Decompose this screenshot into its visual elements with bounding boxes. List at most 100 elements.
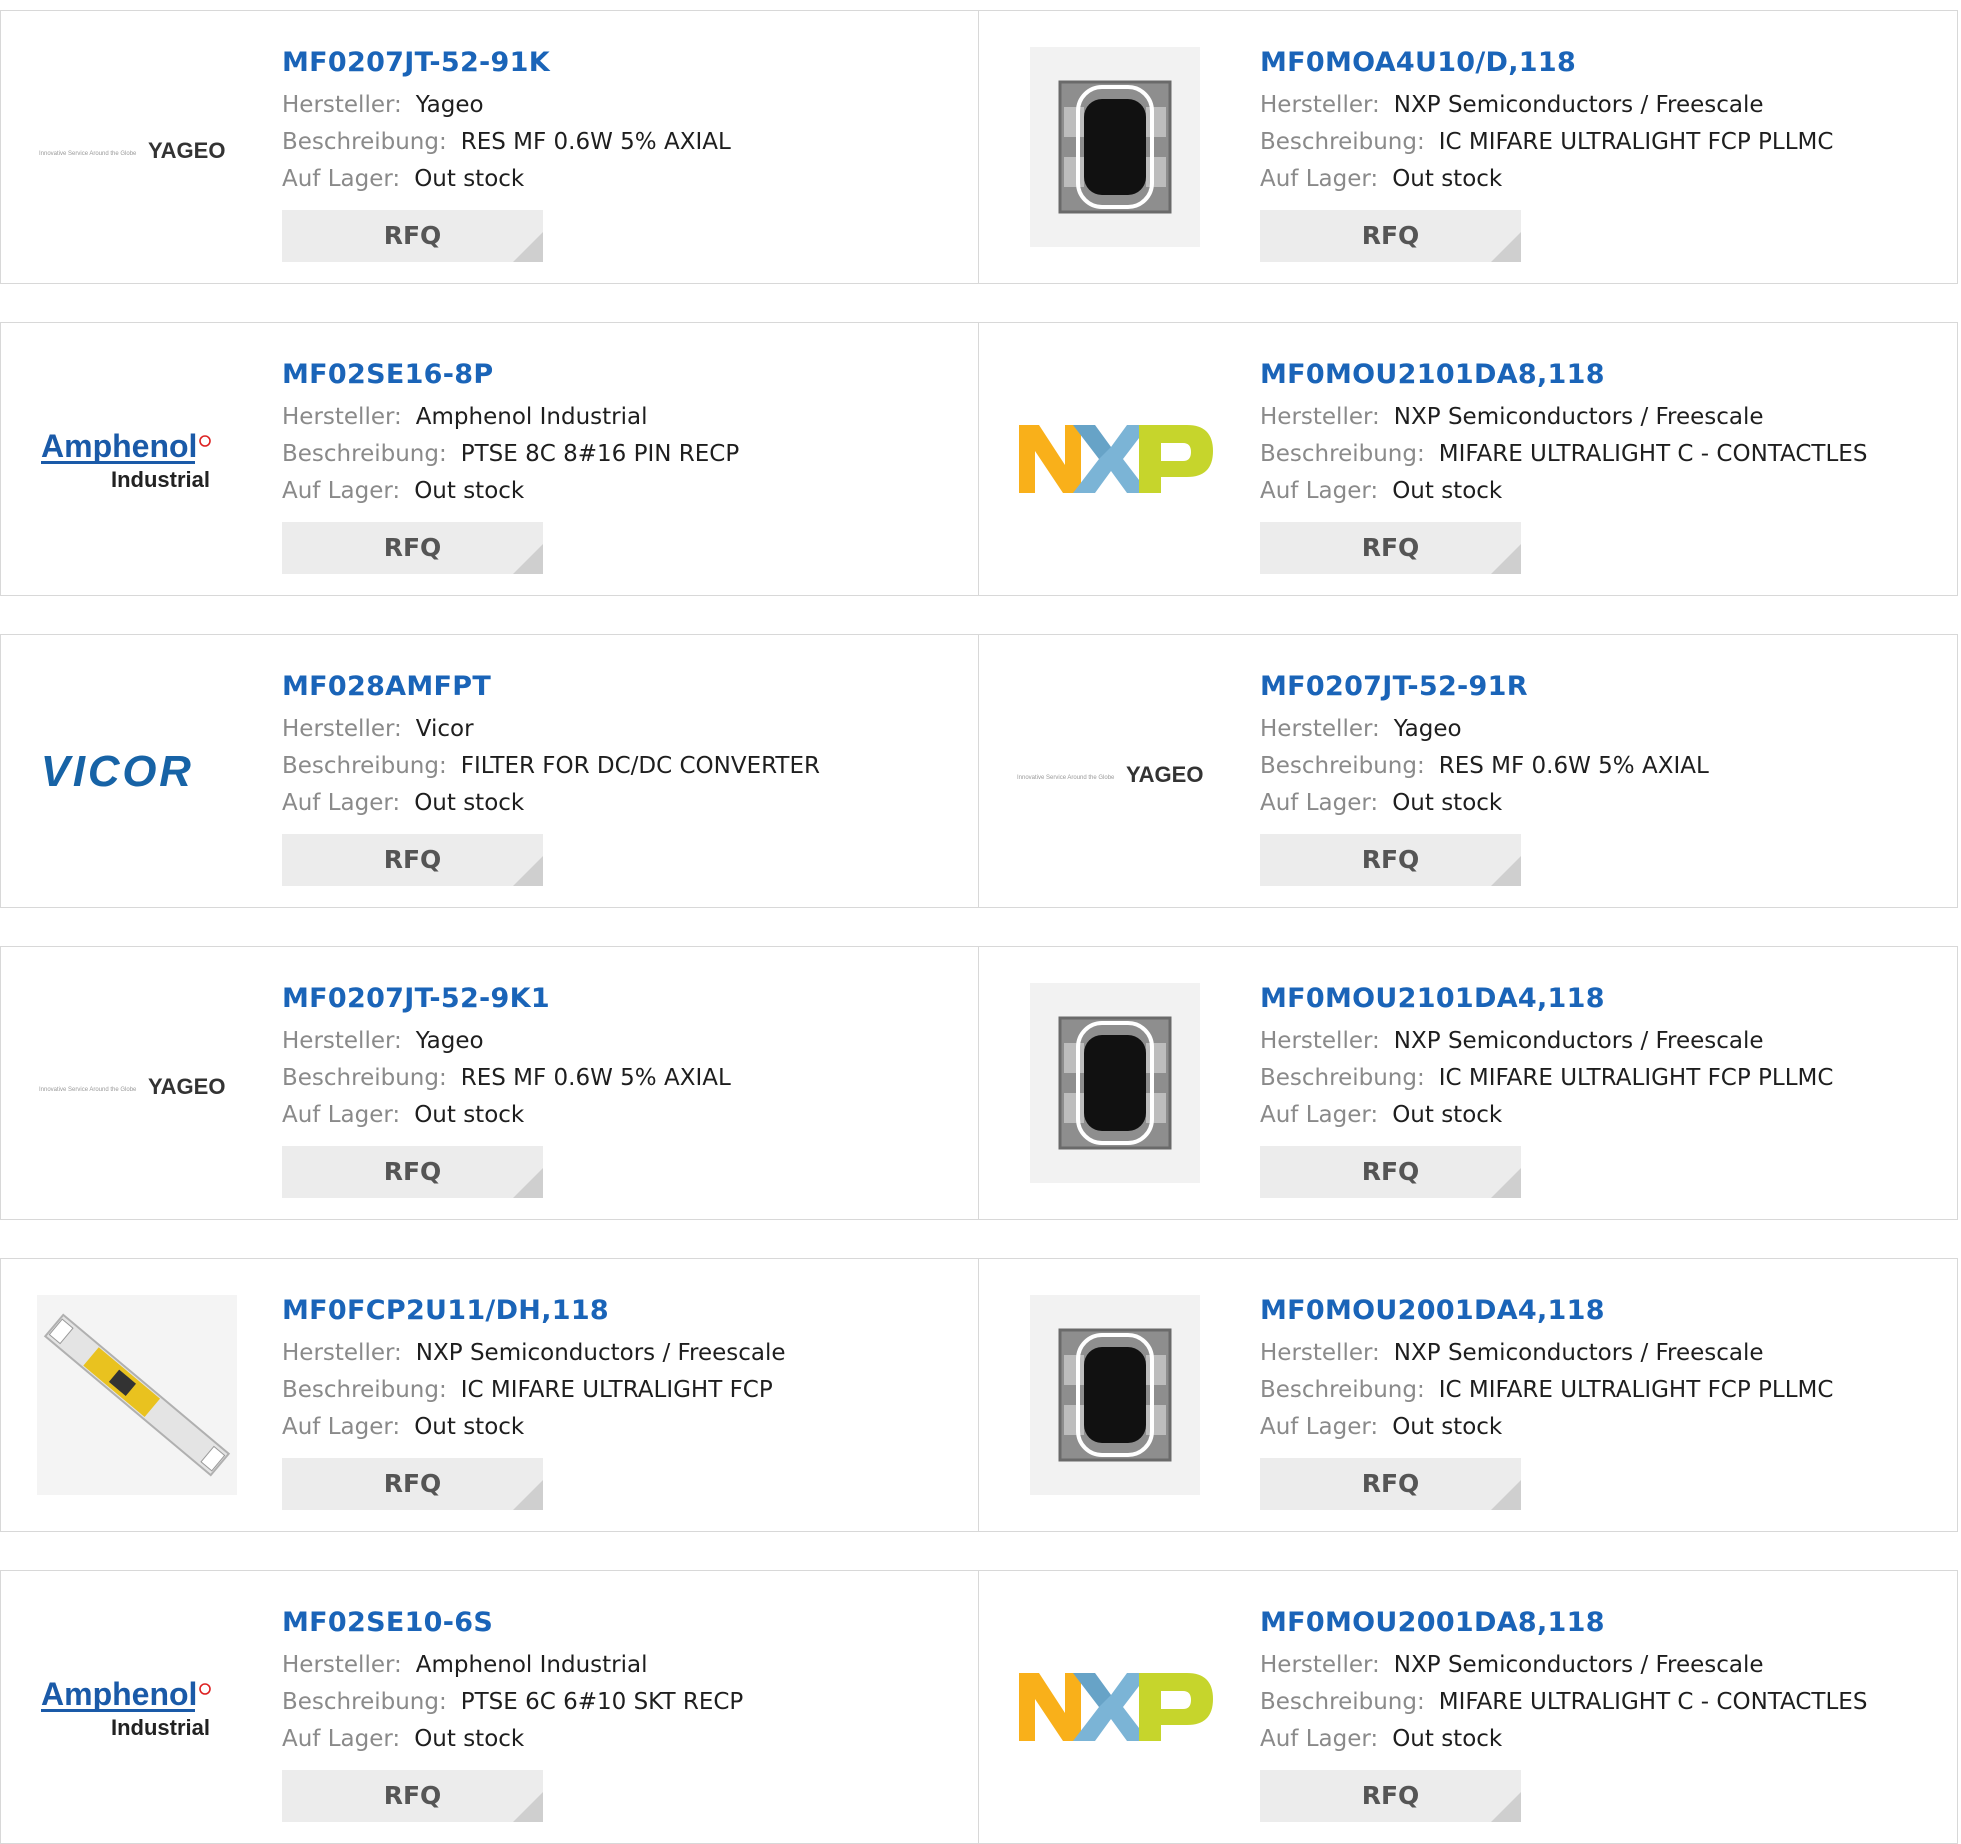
svg-text:Industrial: Industrial <box>111 1715 210 1740</box>
product-card: MF0MOU2001DA8,118 Hersteller: NXP Semicond… <box>979 1571 1957 1843</box>
product-image[interactable]: Innovative Service Around the Globe YAGEO <box>1015 671 1215 871</box>
stock-value: Out stock <box>1392 166 1503 192</box>
description-label: Beschreibung: <box>1260 1377 1425 1403</box>
manufacturer-label: Hersteller: <box>282 716 402 742</box>
stock-line: Auf Lager: Out stock <box>1260 161 1937 198</box>
manufacturer-label: Hersteller: <box>1260 1652 1380 1678</box>
product-info: MF0207JT-52-91R Hersteller: Yageo Beschreib… <box>1260 635 1937 886</box>
part-number-link[interactable]: MF0MOA4U10/D,118 <box>1260 45 1937 81</box>
rfq-button-label: RFQ <box>1361 1781 1420 1810</box>
corner-triangle-icon <box>1491 544 1521 574</box>
stock-label: Auf Lager: <box>282 1414 401 1440</box>
rfq-button[interactable]: RFQ <box>282 1458 543 1510</box>
stock-line: Auf Lager: Out stock <box>282 1721 958 1758</box>
product-image[interactable]: Innovative Service Around the Globe YAGEO <box>37 47 237 247</box>
product-card: MF0MOU2101DA8,118 Hersteller: NXP Semicond… <box>979 323 1957 595</box>
manufacturer-line: Hersteller: Yageo <box>1260 711 1937 748</box>
part-number-link[interactable]: MF0MOU2001DA4,118 <box>1260 1293 1937 1329</box>
description-label: Beschreibung: <box>1260 1689 1425 1715</box>
rfq-button[interactable]: RFQ <box>282 834 543 886</box>
product-card: Amphenol Industrial MF02SE16-8P Hersteller:… <box>1 323 979 595</box>
stock-label: Auf Lager: <box>282 790 401 816</box>
rfq-button-label: RFQ <box>1361 1469 1420 1498</box>
product-info: MF0MOU2001DA4,118 Hersteller: NXP Semicond… <box>1260 1259 1937 1510</box>
description-value: FILTER FOR DC/DC CONVERTER <box>460 753 820 779</box>
manufacturer-line: Hersteller: NXP Semiconductors / Freescal… <box>1260 1335 1937 1372</box>
product-image[interactable] <box>1015 1607 1215 1807</box>
description-label: Beschreibung: <box>282 1377 447 1403</box>
description-label: Beschreibung: <box>1260 441 1425 467</box>
product-image[interactable]: Amphenol Industrial <box>37 359 237 559</box>
rfq-button[interactable]: RFQ <box>1260 834 1521 886</box>
part-number-link[interactable]: MF0207JT-52-91K <box>282 45 958 81</box>
rfq-button-label: RFQ <box>383 533 442 562</box>
manufacturer-line: Hersteller: NXP Semiconductors / Freescal… <box>1260 1647 1937 1684</box>
product-info: MF02SE10-6S Hersteller: Amphenol Industria… <box>282 1571 958 1822</box>
stock-line: Auf Lager: Out stock <box>282 473 958 510</box>
chip-module-photo-icon <box>1030 983 1200 1183</box>
nxp-logo-icon <box>1019 425 1213 493</box>
rfq-button[interactable]: RFQ <box>282 210 543 262</box>
svg-text:YAGEO: YAGEO <box>1126 762 1203 787</box>
svg-text:Amphenol: Amphenol <box>41 428 197 464</box>
chip-module-photo-icon <box>1030 1295 1200 1495</box>
amphenol-logo-icon: Amphenol Industrial <box>41 1676 211 1740</box>
manufacturer-value: NXP Semiconductors / Freescale <box>1393 1028 1764 1054</box>
product-row: Amphenol Industrial MF02SE10-6S Hersteller:… <box>0 1570 1958 1844</box>
part-number-link[interactable]: MF02SE10-6S <box>282 1605 958 1641</box>
manufacturer-value: NXP Semiconductors / Freescale <box>1393 1652 1764 1678</box>
rfq-button[interactable]: RFQ <box>282 1770 543 1822</box>
stock-label: Auf Lager: <box>1260 790 1379 816</box>
part-number-link[interactable]: MF02SE16-8P <box>282 357 958 393</box>
product-image[interactable] <box>1015 359 1215 559</box>
product-image[interactable] <box>37 1295 237 1495</box>
corner-triangle-icon <box>1491 232 1521 262</box>
part-number-link[interactable]: MF0207JT-52-91R <box>1260 669 1937 705</box>
description-label: Beschreibung: <box>282 1065 447 1091</box>
rfq-button[interactable]: RFQ <box>282 522 543 574</box>
product-info: MF0MOU2101DA8,118 Hersteller: NXP Semicond… <box>1260 323 1937 574</box>
product-image[interactable]: Innovative Service Around the Globe YAGEO <box>37 983 237 1183</box>
product-image[interactable]: Amphenol Industrial <box>37 1607 237 1807</box>
rfq-button-label: RFQ <box>383 1469 442 1498</box>
rfq-button[interactable]: RFQ <box>1260 1458 1521 1510</box>
manufacturer-value: NXP Semiconductors / Freescale <box>415 1340 786 1366</box>
manufacturer-line: Hersteller: NXP Semiconductors / Freescal… <box>1260 87 1937 124</box>
product-row: Amphenol Industrial MF02SE16-8P Hersteller:… <box>0 322 1958 596</box>
description-label: Beschreibung: <box>1260 1065 1425 1091</box>
product-card: VICOR MF028AMFPT Hersteller: Vicor Beschreib… <box>1 635 979 907</box>
amphenol-logo-icon: Amphenol Industrial <box>41 428 211 492</box>
product-image[interactable] <box>1015 47 1215 247</box>
part-number-link[interactable]: MF028AMFPT <box>282 669 958 705</box>
corner-triangle-icon <box>513 1480 543 1510</box>
product-image[interactable]: VICOR <box>37 671 237 871</box>
svg-text:VICOR: VICOR <box>41 747 194 796</box>
rfq-button[interactable]: RFQ <box>1260 522 1521 574</box>
rfq-button-label: RFQ <box>383 1781 442 1810</box>
nxp-logo-icon <box>1019 1673 1213 1741</box>
stock-label: Auf Lager: <box>1260 478 1379 504</box>
part-number-link[interactable]: MF0MOU2001DA8,118 <box>1260 1605 1937 1641</box>
stock-line: Auf Lager: Out stock <box>1260 1097 1937 1134</box>
rfq-button[interactable]: RFQ <box>282 1146 543 1198</box>
manufacturer-value: Vicor <box>415 716 474 742</box>
product-card: Innovative Service Around the Globe YAGEO… <box>979 635 1957 907</box>
manufacturer-value: Yageo <box>1393 716 1462 742</box>
stock-value: Out stock <box>414 1414 525 1440</box>
corner-triangle-icon <box>1491 1480 1521 1510</box>
description-value: RES MF 0.6W 5% AXIAL <box>1438 753 1709 779</box>
product-card: MF0MOA4U10/D,118 Hersteller: NXP Semicondu… <box>979 11 1957 283</box>
part-number-link[interactable]: MF0MOU2101DA4,118 <box>1260 981 1937 1017</box>
part-number-link[interactable]: MF0207JT-52-9K1 <box>282 981 958 1017</box>
stock-label: Auf Lager: <box>1260 166 1379 192</box>
manufacturer-line: Hersteller: Amphenol Industrial <box>282 1647 958 1684</box>
rfq-button[interactable]: RFQ <box>1260 210 1521 262</box>
part-number-link[interactable]: MF0FCP2U11/DH,118 <box>282 1293 958 1329</box>
description-line: Beschreibung: IC MIFARE ULTRALIGHT FCP PL… <box>1260 1372 1937 1409</box>
product-image[interactable] <box>1015 1295 1215 1495</box>
product-image[interactable] <box>1015 983 1215 1183</box>
part-number-link[interactable]: MF0MOU2101DA8,118 <box>1260 357 1937 393</box>
rfq-button[interactable]: RFQ <box>1260 1770 1521 1822</box>
rfq-button[interactable]: RFQ <box>1260 1146 1521 1198</box>
rfq-button-label: RFQ <box>383 1157 442 1186</box>
